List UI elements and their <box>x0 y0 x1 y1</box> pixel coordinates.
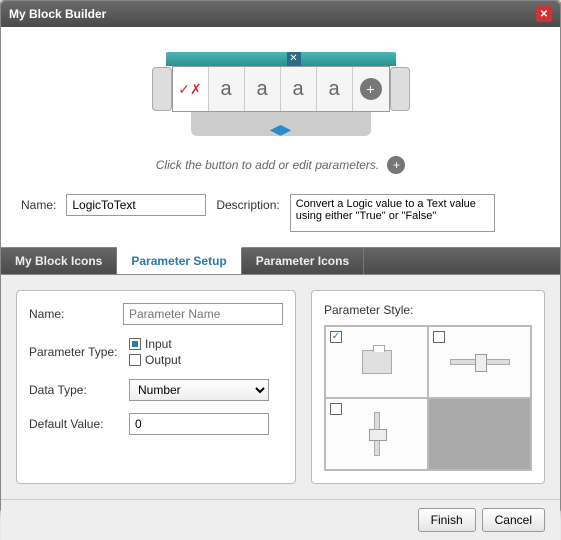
close-button[interactable]: ✕ <box>536 6 552 22</box>
checkbox-checked-icon <box>330 331 342 343</box>
param-style-panel: Parameter Style: <box>311 290 545 484</box>
block-preview: ✕ ✓✗ a a a a + ◀▶ <box>152 52 410 136</box>
checkbox-icon <box>433 331 445 343</box>
param-type-label: Parameter Type: <box>29 345 129 359</box>
tabs-bar: My Block Icons Parameter Setup Parameter… <box>1 247 560 275</box>
dialog-footer: Finish Cancel <box>1 499 560 540</box>
block-icon-segment[interactable]: ✓✗ <box>173 67 209 111</box>
param-name-input[interactable] <box>123 303 283 325</box>
param-segment[interactable]: a <box>209 67 245 111</box>
plus-icon: + <box>360 78 382 100</box>
block-description-input[interactable] <box>290 194 495 232</box>
data-type-label: Data Type: <box>29 383 129 397</box>
param-segment[interactable]: a <box>317 67 353 111</box>
block-name-input[interactable] <box>66 194 206 216</box>
block-segments: ✓✗ a a a a + <box>172 66 390 112</box>
radio-checked-icon <box>129 338 141 350</box>
logic-icon: ✓✗ <box>178 81 201 98</box>
description-label: Description: <box>216 194 279 212</box>
name-label: Name: <box>21 194 56 212</box>
finish-button[interactable]: Finish <box>418 508 476 532</box>
param-style-label: Parameter Style: <box>324 303 532 317</box>
block-footer: ◀▶ <box>191 112 371 136</box>
style-option-hslider[interactable] <box>428 326 531 398</box>
checkbox-icon <box>330 403 342 415</box>
style-option-vslider[interactable] <box>325 398 428 470</box>
window-title: My Block Builder <box>9 7 106 21</box>
plus-icon: + <box>393 158 400 172</box>
default-value-label: Default Value: <box>29 417 129 431</box>
param-name-label: Name: <box>29 307 123 321</box>
close-icon: ✕ <box>540 9 548 20</box>
param-type-group: Input Output <box>129 337 181 367</box>
vertical-slider-icon <box>374 412 380 456</box>
radio-unchecked-icon <box>129 354 141 366</box>
block-ruler: ✕ <box>166 52 396 66</box>
block-cap-right <box>390 67 410 111</box>
delete-param-icon[interactable]: ✕ <box>287 52 301 66</box>
hint-row: Click the button to add or edit paramete… <box>21 156 540 174</box>
reorder-arrows-icon[interactable]: ◀▶ <box>270 121 292 138</box>
style-option-plug[interactable] <box>325 326 428 398</box>
data-type-select[interactable]: Number <box>129 379 269 401</box>
tab-content: Name: Parameter Type: Input Output <box>1 275 560 499</box>
plug-style-icon <box>362 350 392 374</box>
cancel-button[interactable]: Cancel <box>482 508 545 532</box>
block-preview-area: ✕ ✓✗ a a a a + ◀▶ Click the button to ad… <box>1 27 560 184</box>
param-type-output-radio[interactable]: Output <box>129 353 181 367</box>
tab-parameter-setup[interactable]: Parameter Setup <box>117 247 241 274</box>
dialog-window: My Block Builder ✕ ✕ ✓✗ a a a a + <box>0 0 561 513</box>
param-segment[interactable]: a <box>281 67 317 111</box>
radio-label: Input <box>145 337 172 351</box>
horizontal-slider-icon <box>450 359 510 365</box>
tab-my-block-icons[interactable]: My Block Icons <box>1 248 117 274</box>
name-desc-row: Name: Description: <box>1 184 560 247</box>
add-param-button[interactable]: + <box>387 156 405 174</box>
block-cap-left <box>152 67 172 111</box>
titlebar: My Block Builder ✕ <box>1 1 560 27</box>
block-body: ✓✗ a a a a + <box>152 66 410 112</box>
style-option-disabled <box>428 398 531 470</box>
default-value-input[interactable] <box>129 413 269 435</box>
tab-parameter-icons[interactable]: Parameter Icons <box>242 248 364 274</box>
style-grid <box>324 325 532 471</box>
radio-label: Output <box>145 353 181 367</box>
hint-text: Click the button to add or edit paramete… <box>156 158 379 172</box>
param-segment[interactable]: a <box>245 67 281 111</box>
add-param-segment[interactable]: + <box>353 67 389 111</box>
param-type-input-radio[interactable]: Input <box>129 337 181 351</box>
param-form-panel: Name: Parameter Type: Input Output <box>16 290 296 484</box>
